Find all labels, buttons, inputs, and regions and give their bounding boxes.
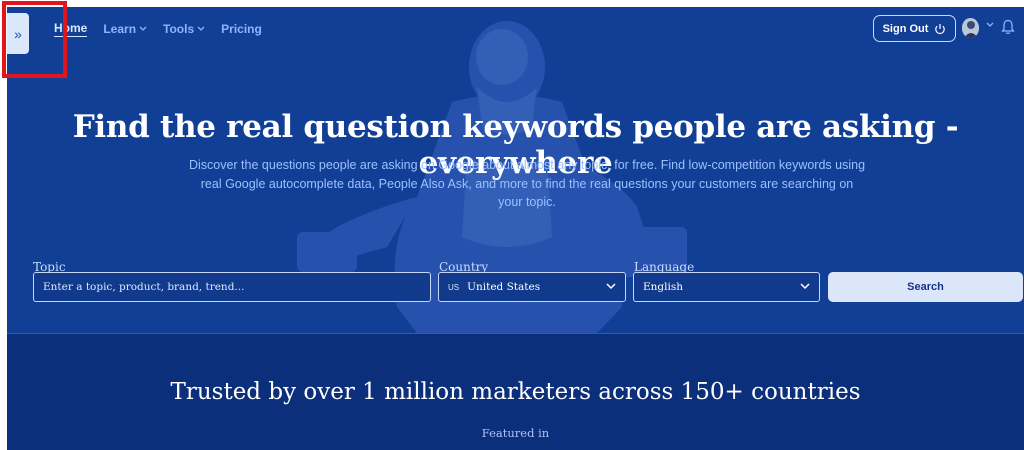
chevron-down-icon	[606, 283, 616, 290]
nav-home-label: Home	[54, 21, 88, 35]
language-select[interactable]: English	[633, 272, 820, 302]
sidebar-toggle-button[interactable]: »	[7, 13, 29, 54]
chevron-down-icon	[197, 26, 205, 31]
search-button[interactable]: Search	[828, 272, 1023, 302]
nav-pricing-label: Pricing	[221, 22, 262, 36]
sign-out-label: Sign Out	[882, 22, 929, 35]
user-photo-icon	[962, 18, 979, 38]
hero-subtext: Discover the questions people are asking…	[188, 158, 866, 209]
bell-icon[interactable]	[1001, 19, 1015, 35]
nav-tools[interactable]: Tools	[163, 22, 205, 36]
sign-out-button[interactable]: Sign Out	[873, 15, 956, 42]
nav-tools-label: Tools	[163, 22, 195, 36]
featured-in-label: Featured in	[481, 426, 550, 440]
nav-learn-label: Learn	[103, 22, 137, 36]
country-select[interactable]: US United States	[438, 272, 626, 302]
language-value: English	[643, 281, 684, 293]
country-value: United States	[467, 281, 541, 293]
section-divider	[7, 333, 1024, 334]
power-icon	[935, 23, 946, 34]
nav-pricing[interactable]: Pricing	[221, 22, 262, 36]
nav-home[interactable]: Home	[54, 21, 88, 37]
nav-learn[interactable]: Learn	[103, 22, 147, 36]
chevron-down-icon	[139, 26, 147, 31]
chevron-down-icon[interactable]	[986, 22, 994, 28]
chevron-down-icon	[800, 283, 810, 290]
page: » Home Learn Tools Pricing Sign Out Find…	[7, 7, 1024, 450]
trust-headline: Trusted by over 1 million marketers acro…	[170, 379, 861, 405]
double-chevron-right-icon: »	[14, 25, 22, 42]
hero-section: » Home Learn Tools Pricing Sign Out Find…	[7, 7, 1024, 333]
avatar[interactable]	[962, 18, 979, 38]
topic-input[interactable]	[33, 272, 431, 302]
us-flag-icon: US	[448, 282, 460, 292]
main-nav: Home Learn Tools Pricing	[54, 21, 262, 37]
